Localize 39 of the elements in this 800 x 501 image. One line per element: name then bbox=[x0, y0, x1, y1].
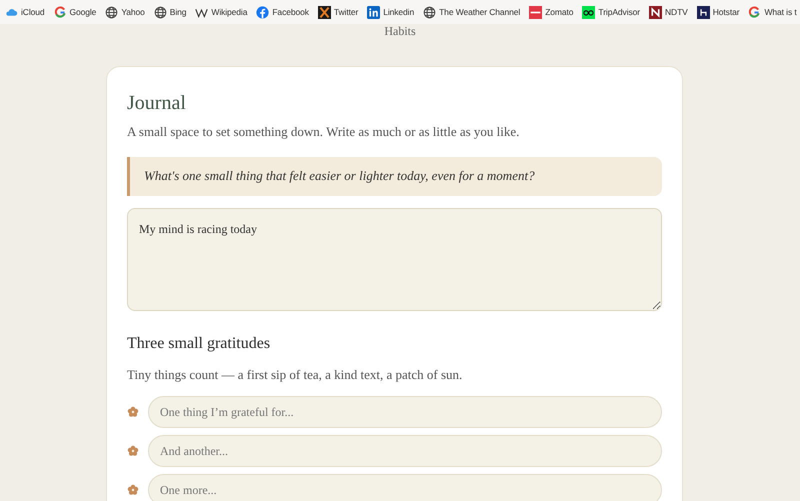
bookmark-link[interactable]: Wikipedia bbox=[195, 6, 248, 18]
google-logo-icon bbox=[748, 6, 762, 18]
journal-subtitle: A small space to set something down. Write as much or as little as you like. bbox=[127, 123, 520, 141]
gratitude-field[interactable]: One more... bbox=[148, 474, 662, 501]
bookmark-link[interactable]: Zomato bbox=[529, 6, 574, 18]
globe-icon bbox=[105, 6, 118, 18]
bookmark-link[interactable]: The Weather Channel bbox=[423, 6, 520, 18]
flower-icon bbox=[127, 445, 139, 457]
bookmark-link[interactable]: iCloud bbox=[5, 6, 44, 18]
bookmark-link[interactable]: Facebook bbox=[256, 6, 309, 18]
prompt-box: What's one small thing that felt easier or lighter today, even for a moment? bbox=[127, 156, 662, 196]
bookmark-link[interactable]: NDTV bbox=[649, 6, 688, 18]
journal-textarea[interactable]: My mind is racing today bbox=[127, 208, 662, 310]
bookmark-link[interactable]: Yahoo bbox=[105, 6, 145, 18]
journal-title: Journal bbox=[127, 91, 187, 116]
flower-icon bbox=[127, 484, 139, 496]
habits-link[interactable]: Habits bbox=[384, 24, 416, 38]
owl-eyes-logo-icon bbox=[582, 6, 596, 18]
bookmark-link[interactable]: What is t bbox=[748, 6, 797, 18]
cross-logo-icon bbox=[318, 6, 331, 18]
globe-icon bbox=[154, 6, 167, 18]
bookmark-link[interactable]: Hotstar bbox=[696, 6, 740, 18]
google-logo-icon bbox=[54, 6, 66, 18]
linkedin-logo-icon bbox=[367, 6, 380, 18]
bookmark-link[interactable]: Linkedin bbox=[367, 6, 414, 18]
gratitudes-subtitle: Tiny things count — a first sip of tea, a kind text, a patch of sun. bbox=[127, 366, 464, 384]
bookmark-link[interactable]: Google bbox=[54, 6, 96, 18]
gratitudes-title: Three small gratitudes bbox=[127, 334, 272, 354]
gratitude-field[interactable]: One thing I’m grateful for... bbox=[148, 396, 662, 428]
dash-logo-icon bbox=[529, 6, 542, 18]
square-logo-icon bbox=[696, 6, 710, 18]
gratitude-field[interactable]: And another... bbox=[148, 435, 662, 467]
zigzag-logo-icon bbox=[649, 6, 662, 18]
bookmark-link[interactable]: Bing bbox=[154, 6, 186, 18]
globe-icon bbox=[423, 6, 436, 18]
facebook-logo-icon bbox=[256, 6, 270, 18]
flower-icon bbox=[127, 406, 139, 418]
bookmark-link[interactable]: TripAdvisor bbox=[582, 6, 640, 18]
bookmark-link[interactable]: Twitter bbox=[318, 6, 358, 18]
